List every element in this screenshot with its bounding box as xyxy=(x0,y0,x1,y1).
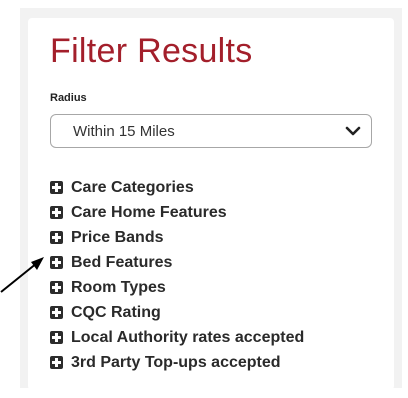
annotation-arrow-icon xyxy=(0,257,44,293)
